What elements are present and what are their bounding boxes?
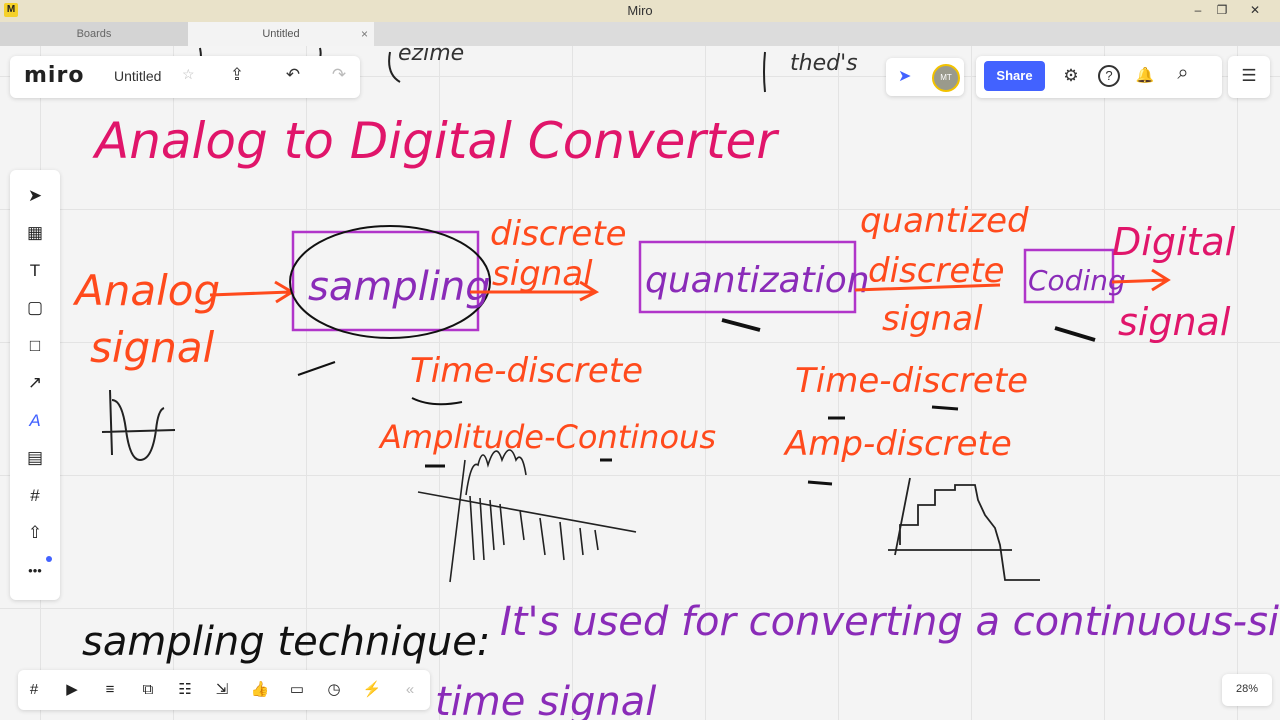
search-icon[interactable]: ⌕ [1172, 62, 1194, 85]
more-tools-icon[interactable]: ••• [10, 553, 60, 589]
digital-text: Digital [1112, 220, 1236, 264]
connection-line-icon[interactable]: ↗ [10, 365, 60, 401]
apps-icon[interactable]: ⚡ [360, 678, 384, 702]
avatar[interactable]: MT [932, 64, 960, 92]
frame-icon[interactable]: # [10, 478, 60, 514]
notification-dot [46, 556, 52, 562]
digital-signal-text: signal [1118, 300, 1231, 344]
amplitude-continous-text: Amplitude-Continous [378, 418, 716, 456]
vote-icon[interactable]: 👍 [248, 678, 272, 702]
templates-icon[interactable]: ▦ [10, 215, 60, 251]
screen-share-icon[interactable]: ⇲ [210, 678, 234, 702]
text-tool-icon[interactable]: T [10, 253, 60, 289]
presentation-icon[interactable]: ▶ [60, 678, 84, 702]
frames-icon[interactable]: # [22, 678, 46, 702]
usage-text-2: time signal [435, 679, 656, 720]
tab-bar: Boards Untitled × [0, 22, 1280, 46]
miro-logo[interactable]: miro [24, 63, 84, 88]
zoom-panel[interactable]: 28% [1222, 674, 1272, 706]
board-menu-panel: ☰ [1228, 56, 1270, 98]
bottom-toolbar: # ▶ ≡ ⧉ ☷ ⇲ 👍 ▭ ◷ ⚡ « [18, 670, 430, 710]
discrete-text: discrete [490, 214, 627, 254]
undo-icon[interactable]: ↶ [282, 65, 304, 85]
select-tool-icon[interactable]: ➤ [10, 178, 60, 214]
quantized-signal-text: signal [882, 299, 983, 339]
shape-icon[interactable]: □ [10, 328, 60, 364]
time-discrete-left-text: Time-discrete [410, 351, 643, 391]
video-icon[interactable]: ▭ [285, 678, 309, 702]
left-toolbar: ➤ ▦ T ▢ □ ↗ A ▤ # ⇧ ••• [10, 170, 60, 600]
close-window-button[interactable]: ✕ [1240, 1, 1270, 19]
notifications-icon[interactable]: 🔔 [1134, 66, 1156, 84]
export-icon[interactable]: ⇪ [226, 65, 248, 85]
board-header-panel: miro Untitled ☆ ⇪ ↶ ↷ [10, 56, 360, 98]
comments-list-icon[interactable]: ≡ [98, 678, 122, 702]
quantized-text: quantized [860, 201, 1029, 241]
signal-text: signal [90, 323, 215, 372]
zoom-level[interactable]: 28% [1222, 683, 1272, 695]
tab-untitled[interactable]: Untitled × [188, 22, 374, 46]
tab-close-icon[interactable]: × [361, 22, 368, 46]
board-name[interactable]: Untitled [114, 68, 161, 84]
usage-text: It's used for converting a continuous-si… [500, 599, 1280, 645]
collaborators-panel: ➤ MT [886, 58, 964, 96]
menu-icon[interactable]: ☰ [1238, 66, 1260, 86]
pen-icon[interactable]: A [10, 403, 60, 439]
sampling-text: sampling [308, 264, 491, 310]
maximize-button[interactable]: ❐ [1210, 1, 1234, 19]
kanban-icon[interactable]: ☷ [173, 678, 197, 702]
help-icon[interactable]: ? [1098, 65, 1120, 87]
comment-icon[interactable]: ▤ [10, 440, 60, 476]
cursor-icon[interactable]: ➤ [898, 66, 911, 86]
sticky-note-icon[interactable]: ▢ [10, 290, 60, 326]
sampling-technique-text: sampling technique: [82, 619, 490, 665]
cards-icon[interactable]: ⧉ [136, 678, 160, 702]
settings-icon[interactable]: ⚙ [1060, 66, 1082, 86]
time-discrete-right-text: Time-discrete [795, 361, 1028, 401]
share-toolbar: Share ⚙ ? 🔔 ⌕ [976, 56, 1222, 98]
timer-icon[interactable]: ◷ [322, 678, 346, 702]
board-title-text: Analog to Digital Converter [92, 112, 780, 170]
collapse-icon[interactable]: « [398, 678, 422, 702]
amp-discrete-text: Amp-discrete [783, 424, 1012, 464]
window-title: Miro [627, 3, 653, 18]
partial-text-top-2: thed's [790, 51, 858, 76]
board-canvas[interactable]: ezime thed's Analog to Digital Converter… [0, 46, 1280, 720]
quantization-text: quantization [645, 260, 870, 301]
discrete-signal-text: signal [492, 254, 593, 294]
star-icon[interactable]: ☆ [182, 66, 195, 83]
coding-text: Coding [1028, 264, 1126, 297]
analog-text: Analog [72, 266, 220, 315]
tab-untitled-label: Untitled [262, 28, 300, 40]
partial-text-top-1: ezime [398, 46, 464, 66]
window-title-bar: M Miro ‒ ❐ ✕ [0, 0, 1280, 23]
minimize-button[interactable]: ‒ [1186, 1, 1210, 19]
handwriting-layer: ezime thed's Analog to Digital Converter… [72, 46, 1280, 720]
share-button[interactable]: Share [984, 61, 1045, 91]
tab-boards[interactable]: Boards [0, 22, 189, 46]
upload-icon[interactable]: ⇧ [10, 515, 60, 551]
redo-icon[interactable]: ↷ [328, 65, 350, 85]
